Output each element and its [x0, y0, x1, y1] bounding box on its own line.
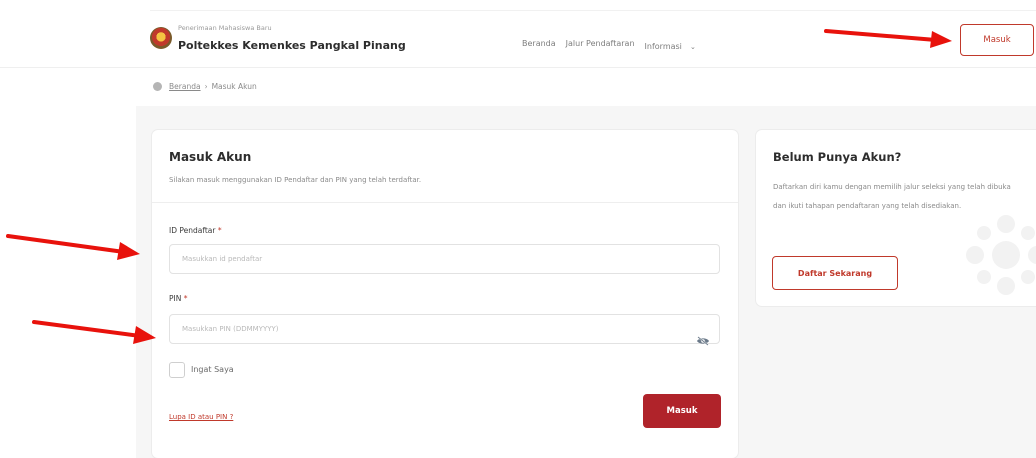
- nav-informasi[interactable]: Informasi: [645, 42, 682, 51]
- remember-me-label[interactable]: Ingat Saya: [191, 365, 234, 374]
- register-title: Belum Punya Akun?: [773, 150, 902, 164]
- header-divider: [150, 10, 1036, 11]
- decorative-pattern-icon: [966, 215, 1036, 295]
- annotation-arrow-icon: [6, 234, 140, 260]
- nav-jalur-pendaftaran[interactable]: Jalur Pendaftaran: [566, 39, 635, 48]
- nav-beranda[interactable]: Beranda: [522, 39, 556, 48]
- forgot-id-pin-link[interactable]: Lupa ID atau PIN ?: [169, 413, 233, 421]
- remember-me-checkbox[interactable]: [169, 362, 185, 378]
- pin-input[interactable]: [169, 314, 720, 344]
- login-card: Masuk Akun Silakan masuk menggunakan ID …: [152, 130, 738, 458]
- register-card: Belum Punya Akun? Daftarkan diri kamu de…: [756, 130, 1036, 306]
- breadcrumb-current: Masuk Akun: [211, 82, 257, 91]
- breadcrumb: Beranda › Masuk Akun: [153, 82, 257, 91]
- breadcrumb-separator: ›: [204, 82, 208, 91]
- institution-logo[interactable]: [150, 27, 172, 49]
- register-now-button[interactable]: Daftar Sekarang: [772, 256, 898, 290]
- required-marker: *: [183, 294, 188, 303]
- home-icon: [153, 82, 162, 91]
- pin-label: PIN *: [169, 294, 188, 303]
- id-pendaftar-input[interactable]: [169, 244, 720, 274]
- login-page: Penerimaan Mahasiswa Baru Poltekkes Keme…: [0, 0, 1036, 458]
- nav-informasi-dropdown[interactable]: Informasi ⌄: [645, 34, 696, 53]
- main-nav: Beranda Jalur Pendaftaran Informasi ⌄: [522, 34, 696, 53]
- login-submit-button[interactable]: Masuk: [643, 394, 721, 428]
- header-login-button[interactable]: Masuk: [960, 24, 1034, 56]
- pin-label-text: PIN: [169, 294, 182, 303]
- id-pendaftar-label: ID Pendaftar *: [169, 226, 222, 235]
- brand-subtitle: Penerimaan Mahasiswa Baru: [178, 24, 272, 32]
- chevron-down-icon: ⌄: [690, 43, 696, 51]
- id-pendaftar-label-text: ID Pendaftar: [169, 226, 216, 235]
- breadcrumb-home-link[interactable]: Beranda: [169, 82, 201, 91]
- eye-slash-icon[interactable]: [696, 336, 710, 346]
- login-title: Masuk Akun: [169, 150, 252, 164]
- site-header: Penerimaan Mahasiswa Baru Poltekkes Keme…: [0, 0, 1036, 68]
- brand-name[interactable]: Poltekkes Kemenkes Pangkal Pinang: [178, 39, 406, 52]
- register-description: Daftarkan diri kamu dengan memilih jalur…: [773, 183, 1011, 210]
- login-subtitle: Silakan masuk menggunakan ID Pendaftar d…: [169, 176, 422, 184]
- card-divider: [152, 202, 738, 203]
- required-marker: *: [217, 226, 222, 235]
